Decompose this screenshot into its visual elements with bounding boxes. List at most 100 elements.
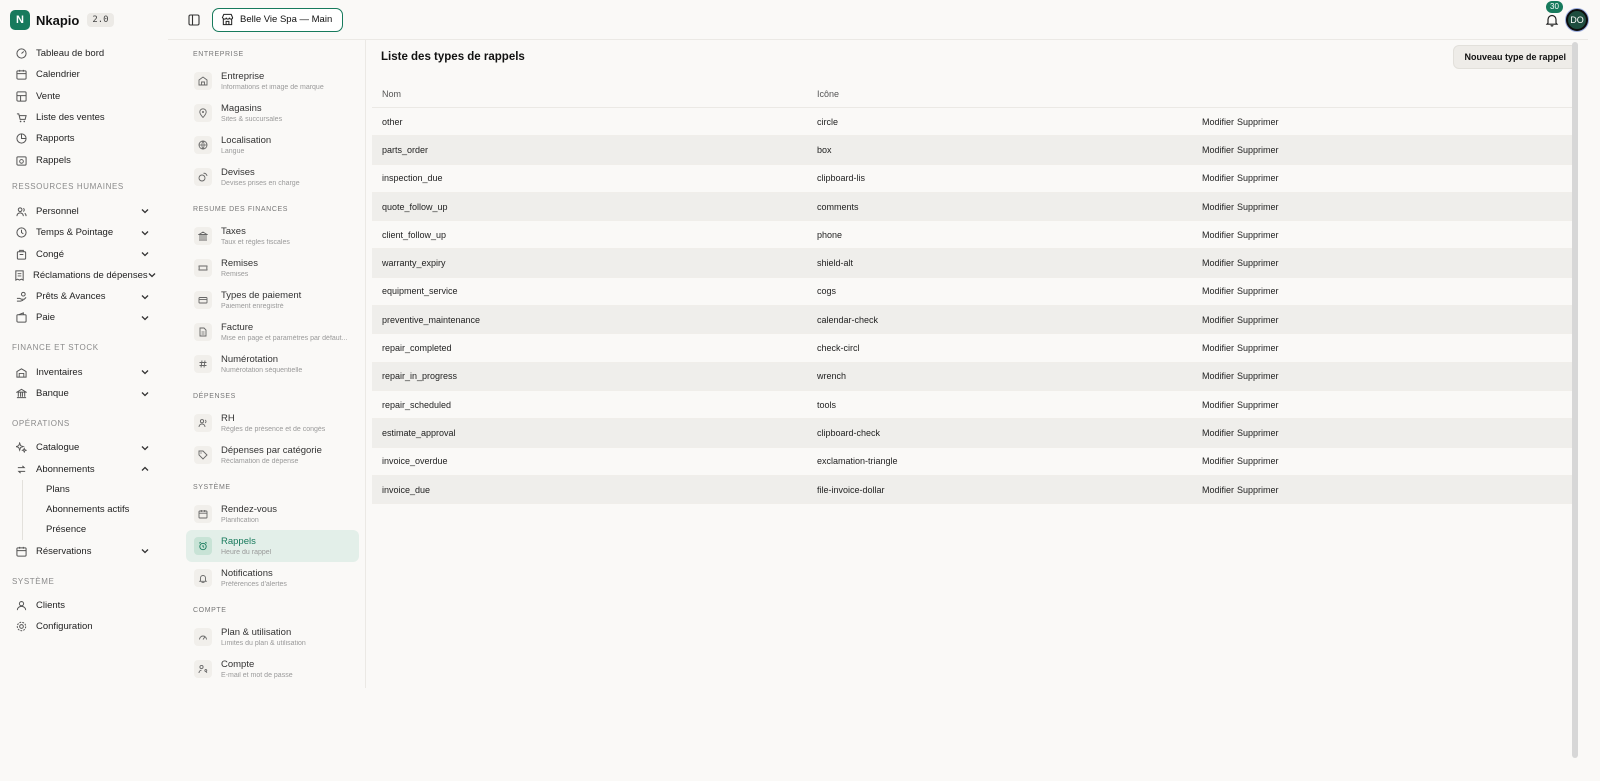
column-header-name: Nom	[382, 88, 402, 99]
edit-button[interactable]: Modifier	[1202, 456, 1234, 466]
store-selector[interactable]: Belle Vie Spa — Main	[212, 7, 344, 32]
delete-button[interactable]: Supprimer	[1237, 456, 1279, 466]
edit-button[interactable]: Modifier	[1202, 400, 1234, 410]
settings-item-localization[interactable]: Localisation Langue	[186, 129, 359, 161]
system-nav: Clients Configuration	[0, 595, 168, 638]
delete-button[interactable]: Supprimer	[1237, 400, 1279, 410]
row-actions: Modifier Supprimer	[1202, 315, 1575, 325]
edit-button[interactable]: Modifier	[1202, 258, 1234, 268]
nav-item-expense-claims[interactable]: Réclamations de dépenses	[0, 265, 168, 286]
settings-item-account[interactable]: Compte E-mail et mot de passe	[186, 653, 359, 685]
settings-item-reminders[interactable]: Rappels Heure du rappel	[186, 530, 359, 562]
settings-item-appointments[interactable]: Rendez-vous Planification	[186, 498, 359, 530]
table-row: equipment_service cogs Modifier Supprimer	[372, 278, 1575, 307]
nav-item-catalogue[interactable]: Catalogue	[0, 437, 168, 458]
settings-section-systeme: SYSTÈME	[193, 483, 231, 491]
table-row: client_follow_up phone Modifier Supprimer	[372, 221, 1575, 250]
edit-button[interactable]: Modifier	[1202, 315, 1234, 325]
settings-item-numbering[interactable]: Numérotation Numérotation séquentielle	[186, 348, 359, 380]
edit-button[interactable]: Modifier	[1202, 145, 1234, 155]
settings-item-hr[interactable]: RH Règles de présence et de congés	[186, 407, 359, 439]
edit-button[interactable]: Modifier	[1202, 371, 1234, 381]
row-actions: Modifier Supprimer	[1202, 145, 1575, 155]
edit-button[interactable]: Modifier	[1202, 428, 1234, 438]
settings-section-depenses: DÉPENSES	[193, 392, 236, 400]
edit-button[interactable]: Modifier	[1202, 230, 1234, 240]
row-icon: phone	[817, 229, 843, 240]
nav-label: Banque	[36, 388, 69, 399]
brand[interactable]: N Nkapio 2.0	[0, 0, 168, 40]
row-name: invoice_due	[382, 484, 431, 495]
nav-item-reminders[interactable]: Rappels	[0, 149, 168, 170]
notifications-button[interactable]: 30	[1542, 0, 1563, 30]
settings-item-stores[interactable]: Magasins Sites & succursales	[186, 97, 359, 129]
nav-item-bank[interactable]: Banque	[0, 383, 168, 404]
row-actions: Modifier Supprimer	[1202, 485, 1575, 495]
nav-item-reports[interactable]: Rapports	[0, 128, 168, 149]
nav-item-dashboard[interactable]: Tableau de bord	[0, 43, 168, 64]
edit-button[interactable]: Modifier	[1202, 343, 1234, 353]
nav-item-configuration[interactable]: Configuration	[0, 616, 168, 637]
edit-button[interactable]: Modifier	[1202, 485, 1234, 495]
edit-button[interactable]: Modifier	[1202, 173, 1234, 183]
delete-button[interactable]: Supprimer	[1237, 202, 1279, 212]
nav-label: Tableau de bord	[36, 48, 105, 60]
nav-item-payroll[interactable]: Paie	[0, 307, 168, 328]
delete-button[interactable]: Supprimer	[1237, 258, 1279, 268]
nav-item-subscriptions[interactable]: Abonnements	[0, 458, 168, 479]
nav-item-reservations[interactable]: Réservations	[0, 541, 168, 562]
settings-item-currencies[interactable]: Devises Devises prises en charge	[186, 161, 359, 193]
settings-item-expense-categories[interactable]: Dépenses par catégorie Réclamation de dép…	[186, 439, 359, 471]
settings-item-subtitle: Règles de présence et de congés	[221, 426, 326, 433]
nav-item-sales-list[interactable]: Liste des ventes	[0, 107, 168, 128]
nav-item-time[interactable]: Temps & Pointage	[0, 222, 168, 243]
nav-item-clients[interactable]: Clients	[0, 595, 168, 616]
delete-button[interactable]: Supprimer	[1237, 145, 1279, 155]
settings-item-plan-usage[interactable]: Plan & utilisation Limites du plan & util…	[186, 621, 359, 653]
nav-item-sale[interactable]: Vente	[0, 86, 168, 107]
delete-button[interactable]: Supprimer	[1237, 371, 1279, 381]
edit-button[interactable]: Modifier	[1202, 286, 1234, 296]
delete-button[interactable]: Supprimer	[1237, 343, 1279, 353]
sub-item-attendance[interactable]: Présence	[23, 520, 168, 540]
repeat-icon	[14, 462, 28, 476]
new-reminder-type-button[interactable]: Nouveau type de rappel	[1453, 45, 1577, 69]
delete-button[interactable]: Supprimer	[1237, 173, 1279, 183]
nav-item-calendar[interactable]: Calendrier	[0, 64, 168, 85]
bell-icon	[1545, 14, 1559, 27]
version-badge: 2.0	[87, 13, 114, 27]
settings-item-payment-types[interactable]: Types de paiement Paiement enregistré	[186, 284, 359, 316]
nav-item-staff[interactable]: Personnel	[0, 201, 168, 222]
calendar-check-icon	[14, 544, 28, 558]
delete-button[interactable]: Supprimer	[1237, 117, 1279, 127]
sub-item-plans[interactable]: Plans	[23, 480, 168, 500]
rh-nav: Personnel Temps & Pointage Congé Réclama…	[0, 201, 168, 329]
delete-button[interactable]: Supprimer	[1237, 485, 1279, 495]
settings-item-taxes[interactable]: Taxes Taux et règles fiscales	[186, 220, 359, 252]
scrollbar[interactable]	[1572, 42, 1578, 758]
sub-item-active-subscriptions[interactable]: Abonnements actifs	[23, 500, 168, 520]
row-name: repair_completed	[382, 343, 452, 354]
settings-item-notifications[interactable]: Notifications Préférences d'alertes	[186, 562, 359, 594]
nav-label: Réclamations de dépenses	[33, 269, 148, 281]
nav-item-loans[interactable]: Prêts & Avances	[0, 286, 168, 307]
nav-item-leave[interactable]: Congé	[0, 243, 168, 264]
settings-item-entreprise[interactable]: Entreprise Informations et image de marqu…	[186, 65, 359, 97]
delete-button[interactable]: Supprimer	[1237, 315, 1279, 325]
alarm-clock-icon	[194, 537, 212, 555]
settings-item-discounts[interactable]: Remises Remises	[186, 252, 359, 284]
delete-button[interactable]: Supprimer	[1237, 286, 1279, 296]
edit-button[interactable]: Modifier	[1202, 202, 1234, 212]
settings-section-finances: RESUME DES FINANCES	[193, 205, 289, 213]
delete-button[interactable]: Supprimer	[1237, 428, 1279, 438]
settings-item-invoice[interactable]: Facture Mise en page et paramètres par dé…	[186, 316, 359, 348]
row-actions: Modifier Supprimer	[1202, 230, 1575, 240]
settings-item-subtitle: Préférences d'alertes	[221, 581, 287, 588]
file-text-icon	[194, 323, 212, 341]
edit-button[interactable]: Modifier	[1202, 117, 1234, 127]
sidebar-toggle-button[interactable]	[184, 10, 204, 30]
delete-button[interactable]: Supprimer	[1237, 230, 1279, 240]
user-avatar[interactable]: DO	[1566, 8, 1588, 31]
nav-item-inventory[interactable]: Inventaires	[0, 362, 168, 383]
calendar-icon	[194, 505, 212, 523]
